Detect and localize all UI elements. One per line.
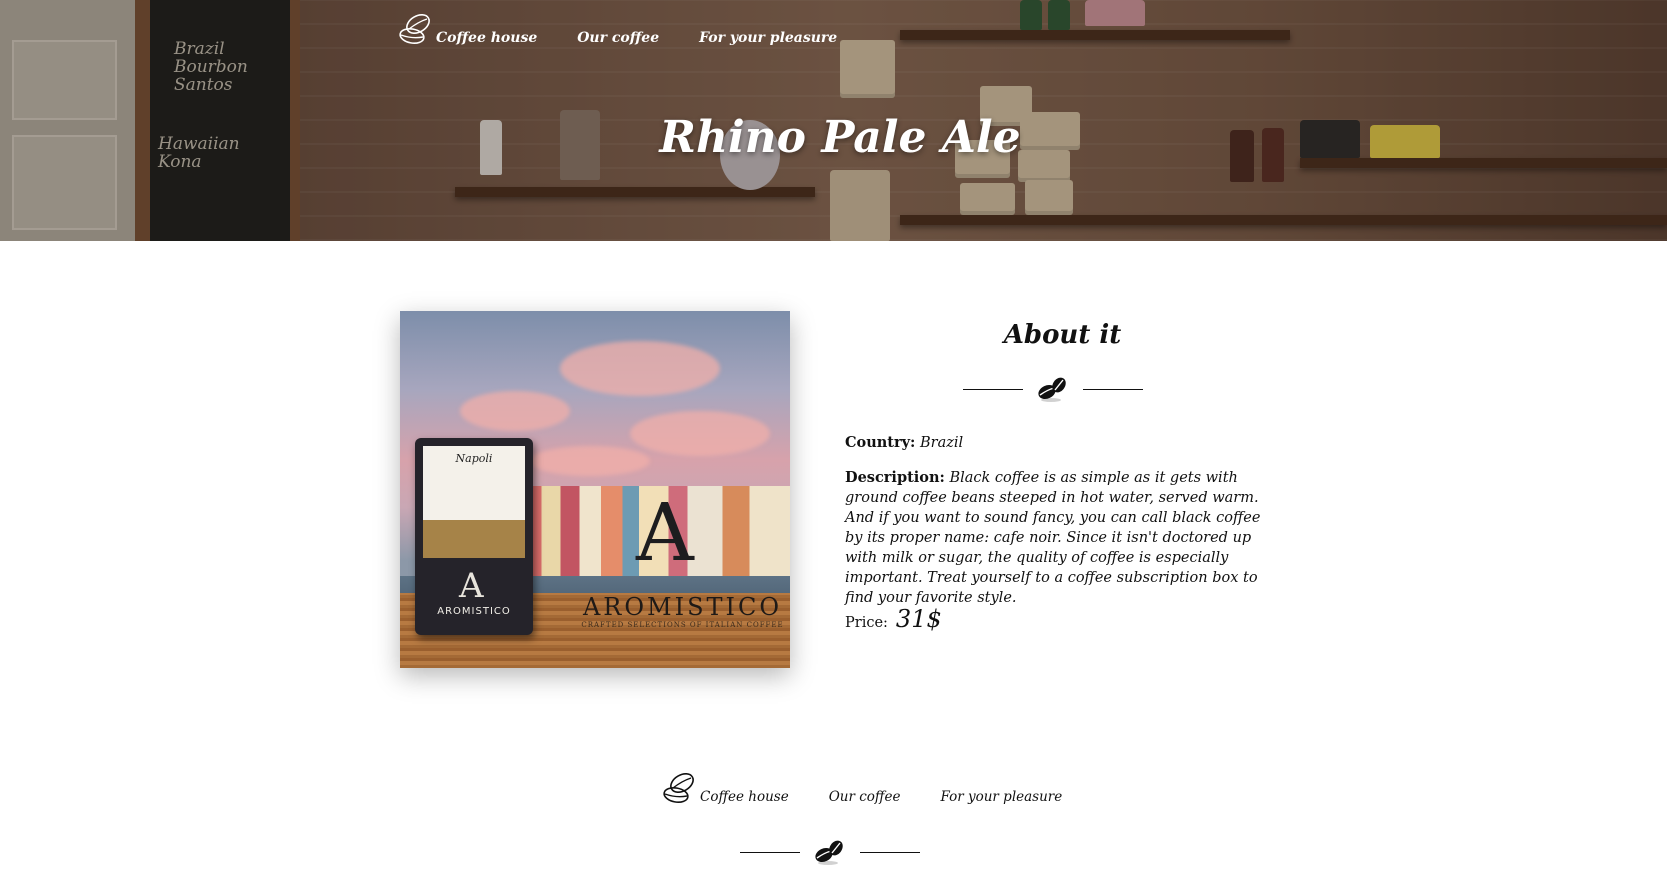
footer-link-coffee-house[interactable]: Coffee house	[700, 789, 789, 807]
top-nav: Coffee house Our coffee For your pleasur…	[398, 8, 877, 48]
divider-line-right	[1083, 388, 1143, 390]
coffee-beans-outline-icon[interactable]	[662, 771, 698, 807]
price-value: 31$	[895, 605, 942, 633]
coffee-beans-icon	[815, 840, 843, 865]
aromistico-logo: A	[636, 486, 694, 579]
product-image: A AROMISTICO CRAFTED SELECTIONS OF ITALI…	[400, 311, 790, 668]
description-label: Description:	[845, 469, 945, 486]
footer-divider	[740, 836, 920, 868]
divider-line-left	[963, 388, 1023, 390]
coffee-beans-icon	[1038, 377, 1066, 402]
hero-header: Brazil Bourbon Santos Hawaiian Kona Coffee …	[0, 0, 1667, 241]
description-info: Description: Black coffee is as simple a…	[845, 468, 1281, 608]
footer-link-for-your-pleasure[interactable]: For your pleasure	[940, 789, 1062, 807]
description-value: Black coffee is as simple as it gets wit…	[845, 470, 1261, 606]
nav-link-for-your-pleasure[interactable]: For your pleasure	[699, 30, 837, 48]
coffee-beans-outline-icon[interactable]	[398, 12, 434, 48]
country-label: Country:	[845, 434, 916, 451]
about-title: About it	[1003, 320, 1122, 350]
package-name: Napoli	[455, 452, 493, 465]
package-brand: AROMISTICO	[437, 606, 511, 617]
footer-nav: Coffee house Our coffee For your pleasur…	[662, 767, 1102, 807]
country-info: Country: Brazil	[845, 433, 963, 453]
image-brand-text: AROMISTICO	[582, 593, 783, 621]
about-divider	[963, 373, 1143, 405]
divider-line-left	[740, 851, 800, 853]
image-tagline-text: CRAFTED SELECTIONS OF ITALIAN COFFEE	[581, 621, 784, 629]
coffee-package: Napoli A AROMISTICO	[415, 438, 533, 635]
nav-link-coffee-house[interactable]: Coffee house	[436, 30, 537, 48]
page-title: Rhino Pale Ale	[659, 112, 1021, 163]
price-info: Price: 31$	[845, 605, 942, 633]
nav-link-our-coffee[interactable]: Our coffee	[577, 30, 659, 48]
country-value: Brazil	[920, 435, 964, 451]
divider-line-right	[860, 851, 920, 853]
price-label: Price:	[845, 615, 888, 631]
footer-link-our-coffee[interactable]: Our coffee	[829, 789, 901, 807]
